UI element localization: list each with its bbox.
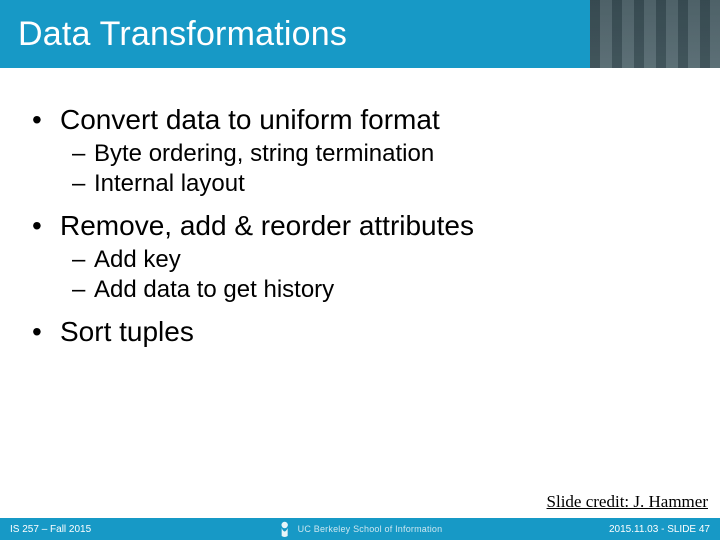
bullet-text: Add data to get history <box>94 276 334 304</box>
bullet-group: • Sort tuples <box>22 316 698 348</box>
bullet-dash-icon: – <box>72 170 94 198</box>
bullet-level-1: • Remove, add & reorder attributes <box>32 210 698 242</box>
bullet-group: • Convert data to uniform format – Byte … <box>22 104 698 198</box>
footer-bar: IS 257 – Fall 2015 UC Berkeley School of… <box>0 518 720 540</box>
bullet-text: Byte ordering, string termination <box>94 140 434 168</box>
bullet-text: Sort tuples <box>60 316 194 348</box>
bullet-text: Add key <box>94 246 181 274</box>
bullet-level-2: – Add key <box>72 246 698 274</box>
title-decor-image <box>590 0 720 68</box>
slide-credit: Slide credit: J. Hammer <box>547 492 708 512</box>
bullet-level-2: – Add data to get history <box>72 276 698 304</box>
footer-right: 2015.11.03 - SLIDE 47 <box>609 524 710 535</box>
bullet-dot-icon: • <box>32 104 60 136</box>
berkeley-logo-icon <box>278 521 292 537</box>
bullet-dash-icon: – <box>72 246 94 274</box>
title-bar: Data Transformations <box>0 0 720 68</box>
bullet-text: Internal layout <box>94 170 245 198</box>
bullet-group: • Remove, add & reorder attributes – Add… <box>22 210 698 304</box>
bullet-text: Convert data to uniform format <box>60 104 440 136</box>
bullet-dot-icon: • <box>32 210 60 242</box>
bullet-dash-icon: – <box>72 140 94 168</box>
bullet-level-2: – Byte ordering, string termination <box>72 140 698 168</box>
bullet-level-1: • Convert data to uniform format <box>32 104 698 136</box>
slide-content: • Convert data to uniform format – Byte … <box>0 68 720 348</box>
footer-center-text: UC Berkeley School of Information <box>298 524 443 534</box>
footer-left: IS 257 – Fall 2015 <box>10 524 91 535</box>
footer-center: UC Berkeley School of Information <box>278 521 443 537</box>
bullet-dash-icon: – <box>72 276 94 304</box>
bullet-level-1: • Sort tuples <box>32 316 698 348</box>
bullet-dot-icon: • <box>32 316 60 348</box>
slide-title: Data Transformations <box>18 15 347 54</box>
bullet-level-2: – Internal layout <box>72 170 698 198</box>
bullet-text: Remove, add & reorder attributes <box>60 210 474 242</box>
